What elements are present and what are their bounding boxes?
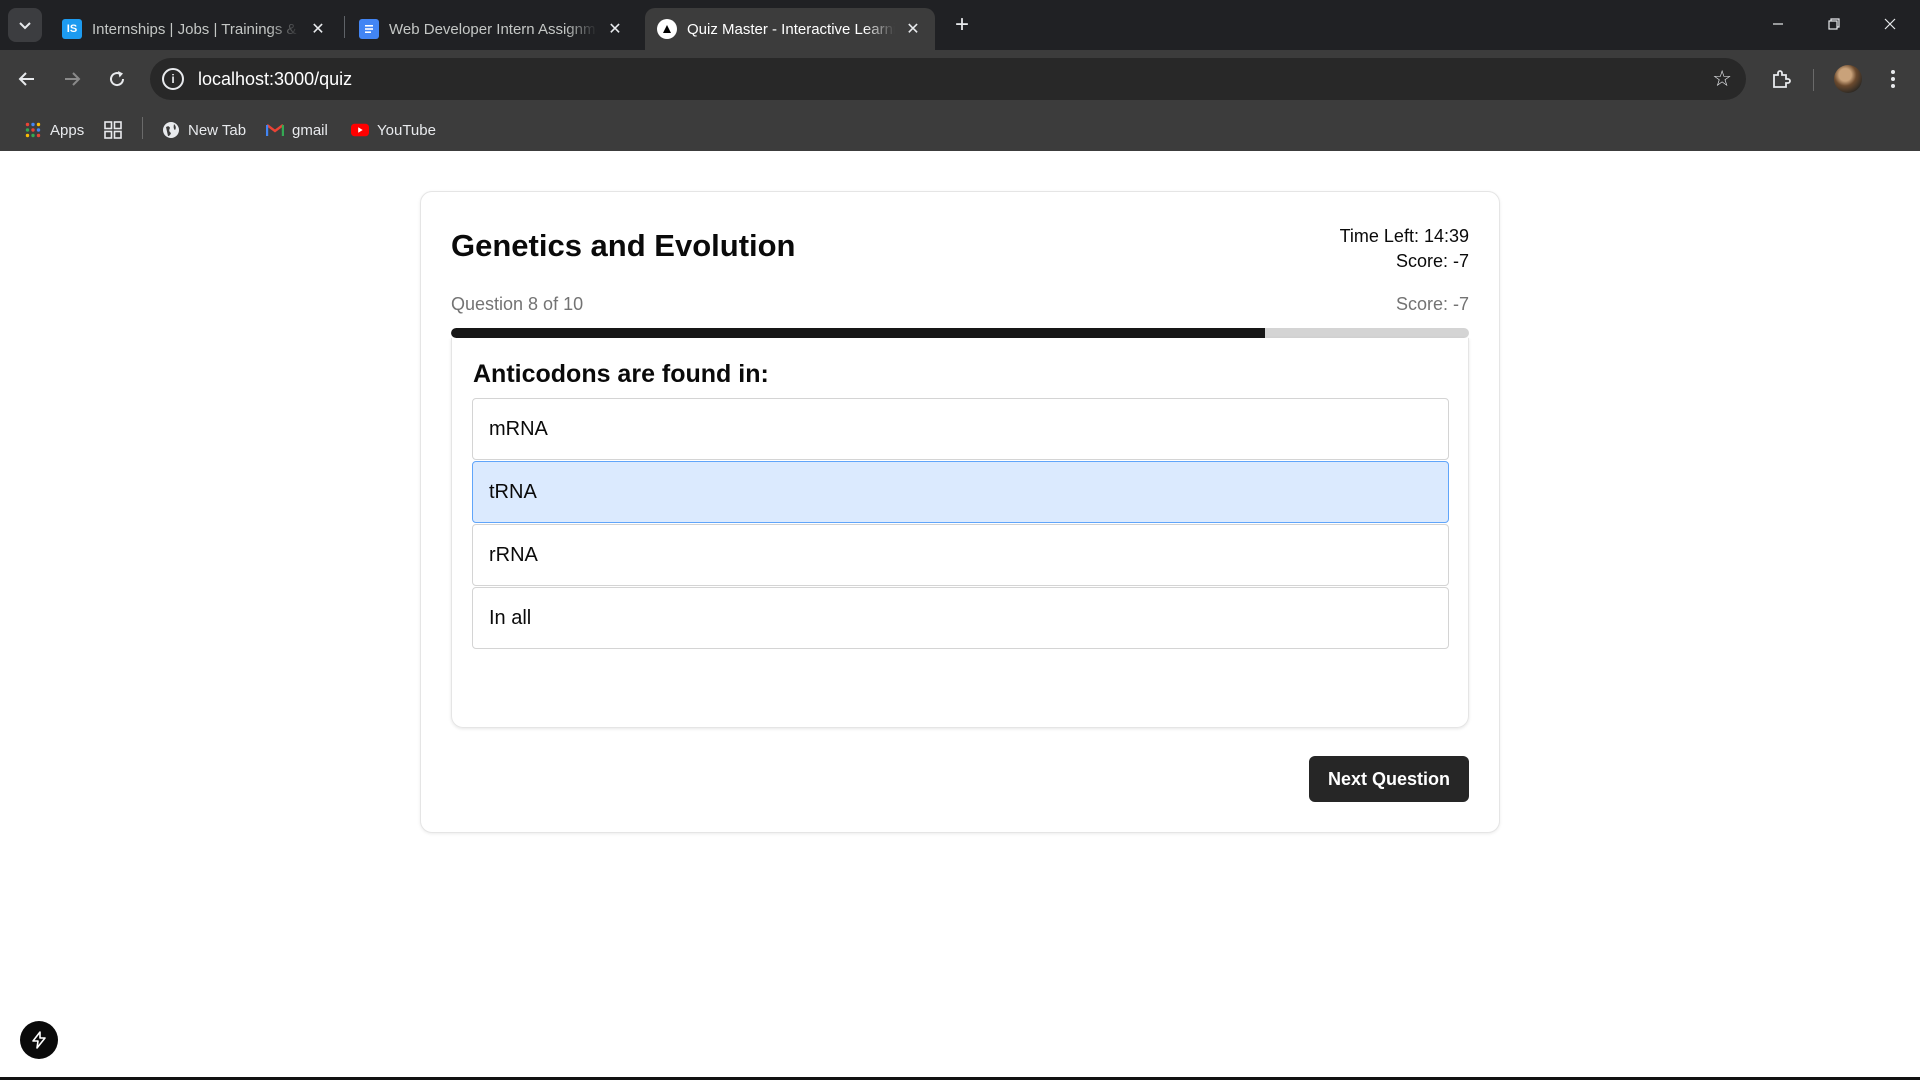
tab-groups-button[interactable]	[104, 118, 130, 142]
tab-internshala[interactable]: IS Internships | Jobs | Trainings & Plac…	[50, 8, 340, 50]
progress-score: Score: -7	[1395, 294, 1469, 314]
toolbar-divider	[1813, 69, 1814, 91]
bookmark-gmail[interactable]: gmail	[266, 118, 328, 142]
globe-icon	[162, 121, 180, 139]
new-tab-plus-icon[interactable]: +	[947, 10, 977, 40]
bookmark-new-tab[interactable]: New Tab	[162, 118, 246, 142]
internshala-favicon-icon: IS	[62, 19, 82, 39]
option-label: In all	[489, 606, 532, 629]
apps-grid-icon	[24, 121, 42, 139]
score-header: Score: -7	[1395, 251, 1469, 271]
option-label: rRNA	[489, 543, 538, 566]
question-counter: Question 8 of 10	[451, 294, 584, 314]
browser-toolbar: i localhost:3000/quiz ☆	[0, 50, 1920, 108]
answer-option[interactable]: tRNA	[472, 461, 1449, 523]
tab-web-developer-assignment[interactable]: Web Developer Intern Assignment ✕	[347, 8, 637, 50]
option-label: mRNA	[489, 417, 548, 440]
google-docs-icon	[359, 19, 379, 39]
tab-title: Internships | Jobs | Trainings & Placeme…	[92, 20, 300, 38]
url-text[interactable]: localhost:3000/quiz	[198, 69, 352, 90]
lightning-bolt-icon	[32, 1031, 46, 1049]
next-question-button[interactable]: Next Question	[1309, 756, 1469, 802]
close-icon[interactable]: ✕	[308, 19, 328, 39]
answer-option[interactable]: rRNA	[472, 524, 1449, 586]
tab-divider	[344, 16, 345, 38]
page-viewport: Genetics and Evolution Time Left: 14:39 …	[0, 151, 1920, 1080]
extensions-puzzle-icon[interactable]	[1764, 62, 1798, 96]
back-arrow-icon[interactable]	[10, 62, 44, 96]
answer-option[interactable]: In all	[472, 587, 1449, 649]
tab-title: Quiz Master - Interactive Learning	[687, 20, 895, 38]
vercel-triangle-icon	[657, 19, 677, 39]
tab-search-button[interactable]	[8, 8, 42, 42]
address-bar[interactable]: i localhost:3000/quiz ☆	[150, 58, 1746, 100]
bookmarks-bar: Apps New Tab gmail YouTube	[0, 108, 1920, 151]
tab-groups-icon	[104, 121, 122, 139]
minimize-icon[interactable]	[1750, 0, 1806, 48]
window-close-icon[interactable]	[1862, 0, 1918, 48]
tab-title: Web Developer Intern Assignment	[389, 20, 597, 38]
time-left: Time Left: 14:39	[1339, 226, 1469, 246]
bookmark-label: Apps	[50, 121, 85, 139]
bookmark-apps[interactable]: Apps	[24, 118, 84, 142]
forward-arrow-icon[interactable]	[55, 62, 89, 96]
progress-bar	[451, 328, 1469, 338]
bookmark-label: New Tab	[188, 121, 247, 139]
quiz-title: Genetics and Evolution	[451, 228, 796, 263]
question-panel: Anticodons are found in: mRNA tRNA rRNA …	[451, 338, 1469, 728]
reload-icon[interactable]	[100, 62, 134, 96]
progress-bar-fill	[451, 328, 1266, 338]
option-label: tRNA	[489, 480, 537, 503]
tab-quiz-master[interactable]: Quiz Master - Interactive Learning ✕	[645, 8, 935, 50]
browser-tab-bar: IS Internships | Jobs | Trainings & Plac…	[0, 0, 1920, 50]
quiz-meta: Time Left: 14:39 Score: -7	[1340, 224, 1469, 274]
site-info-icon[interactable]: i	[162, 68, 184, 90]
youtube-icon	[351, 121, 369, 139]
bookmark-label: YouTube	[377, 121, 436, 139]
restore-icon[interactable]	[1806, 0, 1862, 48]
close-icon[interactable]: ✕	[903, 19, 923, 39]
bookmarks-divider	[142, 117, 143, 139]
bookmark-label: gmail	[292, 121, 328, 139]
bookmark-youtube[interactable]: YouTube	[351, 118, 436, 142]
profile-avatar[interactable]	[1834, 65, 1862, 93]
question-text: Anticodons are found in:	[473, 360, 769, 388]
bookmark-star-icon[interactable]: ☆	[1712, 66, 1732, 92]
kebab-menu-icon[interactable]	[1876, 62, 1910, 96]
nextjs-dev-indicator[interactable]	[20, 1021, 58, 1059]
gmail-icon	[266, 121, 284, 139]
chevron-down-icon	[19, 22, 31, 30]
close-icon[interactable]: ✕	[605, 19, 625, 39]
answer-option[interactable]: mRNA	[472, 398, 1449, 460]
quiz-card: Genetics and Evolution Time Left: 14:39 …	[420, 191, 1500, 833]
